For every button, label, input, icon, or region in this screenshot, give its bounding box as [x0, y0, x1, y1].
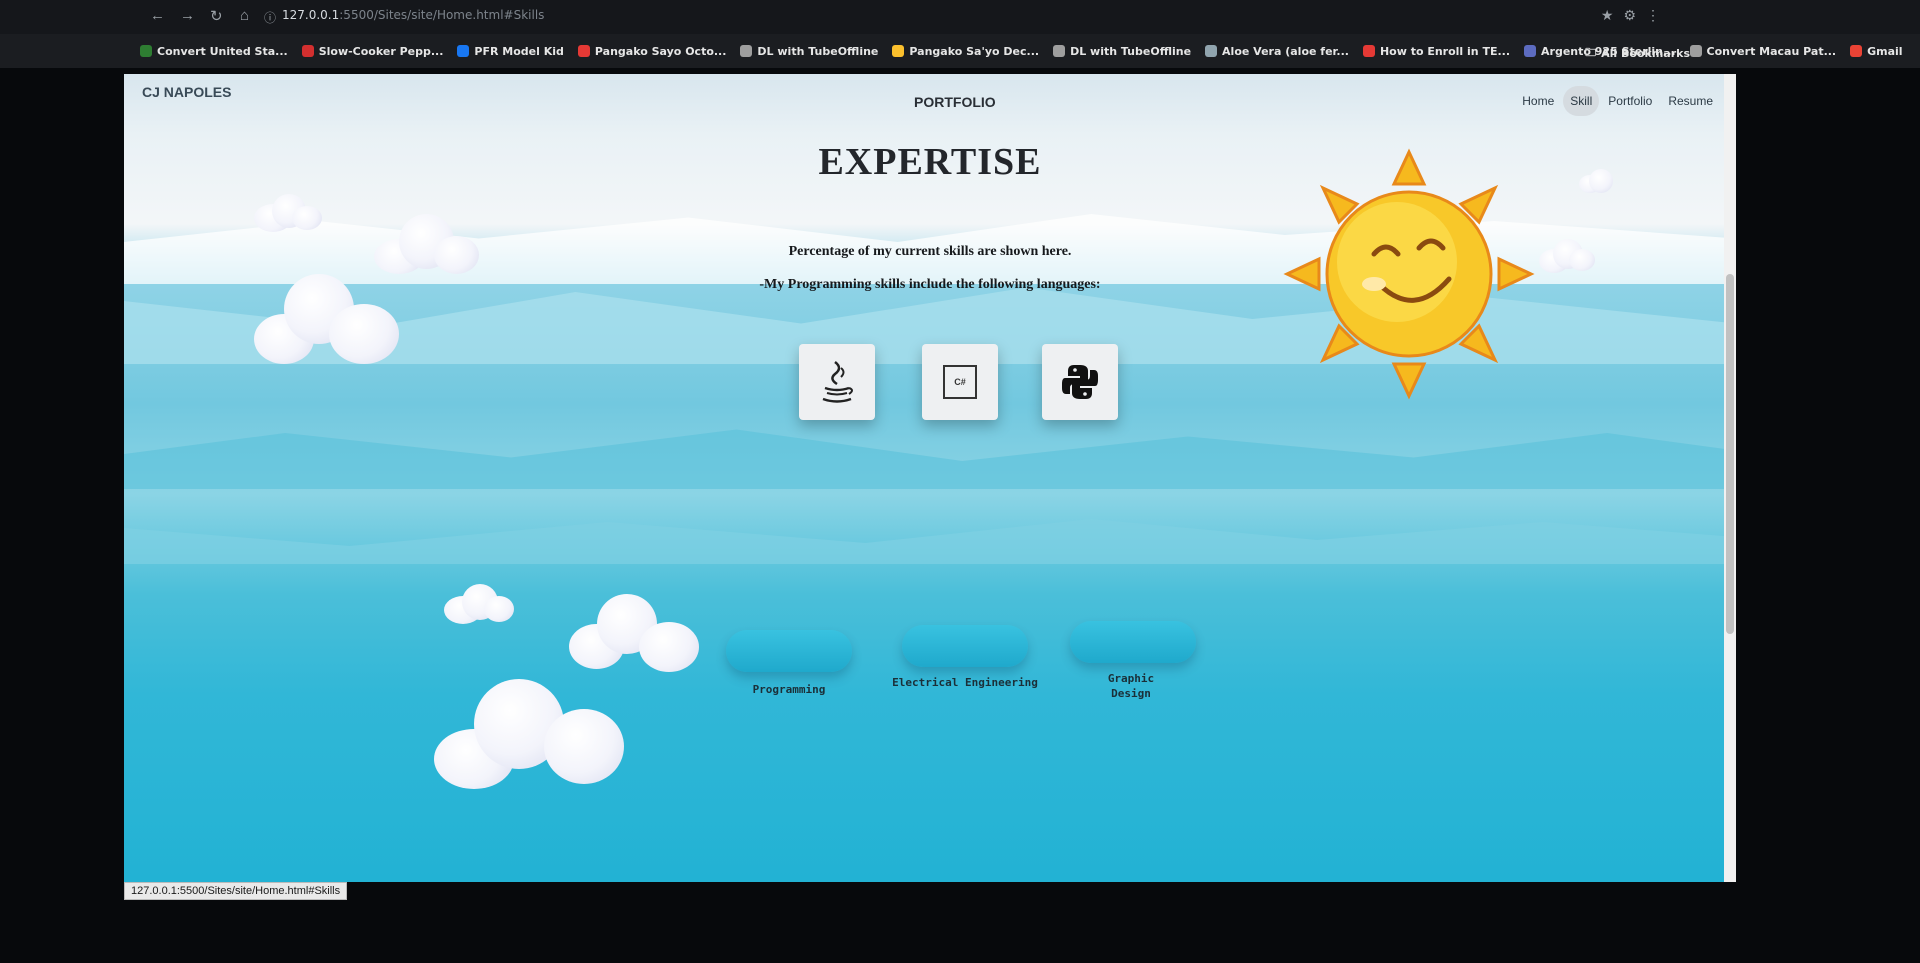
- bookmark-favicon-icon: [1689, 45, 1702, 57]
- bookmark-item[interactable]: DL with TubeOffline: [740, 45, 878, 58]
- bookmark-label: Gmail: [1867, 44, 1903, 58]
- status-url: 127.0.0.1:5500/Sites/site/Home.html#Skil…: [124, 882, 348, 900]
- page-viewport: CJ NAPOLES PORTFOLIO Home Skill Portfoli…: [124, 74, 1736, 882]
- bookmark-label: Convert United Sta...: [157, 44, 288, 58]
- folder-icon: 🗀: [1585, 46, 1597, 59]
- bookmark-item[interactable]: Pangako Sa'yo Dec...: [892, 45, 1039, 58]
- bookmark-favicon-icon: [301, 45, 314, 57]
- bookmark-item[interactable]: Convert United Sta...: [140, 45, 288, 58]
- java-card[interactable]: [799, 344, 875, 420]
- electrical-engineering-progress[interactable]: [902, 625, 1028, 667]
- url-path: :5500/Sites/site/Home.html#Skills: [339, 8, 545, 22]
- programming-progress[interactable]: [726, 630, 852, 672]
- bookmark-item[interactable]: Pangako Sayo Octo...: [577, 44, 727, 58]
- home-icon[interactable]: ⌂: [240, 7, 249, 24]
- bookmark-item[interactable]: Slow-Cooker Pepp...: [301, 44, 444, 58]
- java-icon: [822, 361, 853, 403]
- nav-skill[interactable]: Skill: [1563, 86, 1600, 116]
- bookmark-label: Convert Macau Pat...: [1706, 44, 1837, 58]
- python-icon: [1062, 365, 1098, 399]
- bookmark-label: Aloe Vera (aloe fer...: [1222, 44, 1349, 58]
- browser-toolbar: ← → ↻ ⌂ ⓘ 127.0.0.1:5500/Sites/site/Home…: [0, 0, 1920, 34]
- bookmark-label: PFR Model Kid: [474, 44, 564, 58]
- csharp-icon: C#: [943, 365, 977, 399]
- back-icon[interactable]: ←: [150, 7, 165, 24]
- bookmark-favicon-icon: [577, 45, 590, 57]
- sky-band: [124, 429, 1736, 489]
- bookmark-item[interactable]: How to Enroll in TE...: [1362, 44, 1511, 58]
- url-host: 127.0.0.1: [282, 8, 340, 22]
- bookmark-item[interactable]: DL with TubeOffline: [1053, 45, 1191, 58]
- bookmark-item[interactable]: Convert Macau Pat...: [1689, 44, 1837, 58]
- bookmark-favicon-icon: [892, 45, 905, 57]
- graphic-design-label: Graphic Design: [1107, 672, 1155, 700]
- scrollbar-thumb[interactable]: [1726, 274, 1734, 634]
- page-scrollbar[interactable]: [1724, 74, 1736, 882]
- page-title: PORTFOLIO: [914, 94, 996, 110]
- bookmark-favicon-icon: [740, 45, 753, 57]
- all-bookmarks-button[interactable]: 🗀 All Bookmarks: [1585, 44, 1690, 63]
- bookmark-favicon-icon: [1362, 45, 1375, 57]
- site-info-icon[interactable]: ⓘ: [264, 9, 276, 26]
- brand-logo[interactable]: CJ NAPOLES: [142, 84, 231, 100]
- bookmark-label: Pangako Sayo Octo...: [594, 44, 727, 58]
- all-bookmarks-label: All Bookmarks: [1601, 47, 1690, 60]
- bookmarks-bar: Convert United Sta... Slow-Cooker Pepp...…: [0, 34, 1920, 68]
- csharp-card[interactable]: C#: [922, 344, 998, 420]
- nav-portfolio[interactable]: Portfolio: [1601, 86, 1659, 116]
- bookmark-favicon-icon: [1205, 45, 1218, 57]
- bookmark-favicon-icon: [1850, 45, 1863, 57]
- programming-label: Programming: [752, 683, 826, 696]
- toolbar-icons[interactable]: ★⚙⋮: [1601, 7, 1670, 24]
- main-nav: Home Skill Portfolio Resume: [1515, 86, 1720, 116]
- bookmark-favicon-icon: [1524, 45, 1537, 57]
- bookmark-favicon-icon: [457, 45, 470, 57]
- programming-intro: -My Programming skills include the follo…: [759, 277, 1101, 292]
- bookmark-label: How to Enroll in TE...: [1379, 44, 1511, 58]
- python-card[interactable]: [1042, 344, 1118, 420]
- address-bar[interactable]: 127.0.0.1:5500/Sites/site/Home.html#Skil…: [282, 8, 544, 22]
- bookmark-label: DL with TubeOffline: [1070, 44, 1192, 58]
- bookmark-item[interactable]: Aloe Vera (aloe fer...: [1205, 45, 1349, 58]
- nav-home[interactable]: Home: [1515, 86, 1561, 116]
- forward-icon[interactable]: →: [180, 7, 195, 24]
- bookmark-label: Pangako Sa'yo Dec...: [909, 44, 1040, 58]
- bookmark-favicon-icon: [140, 45, 152, 57]
- nav-resume[interactable]: Resume: [1661, 86, 1720, 116]
- skills-intro: Percentage of my current skills are show…: [788, 244, 1072, 259]
- bookmark-item[interactable]: Gmail: [1850, 44, 1903, 58]
- electrical-engineering-label: Electrical Engineering: [892, 676, 1038, 689]
- bookmark-label: DL with TubeOffline: [757, 44, 879, 58]
- bookmark-item[interactable]: PFR Model Kid: [457, 44, 564, 58]
- section-heading: EXPERTISE: [818, 141, 1042, 183]
- reload-icon[interactable]: ↻: [210, 7, 223, 25]
- bookmark-favicon-icon: [1053, 45, 1066, 57]
- sky-band: [124, 519, 1736, 564]
- bookmark-label: Slow-Cooker Pepp...: [318, 44, 444, 58]
- graphic-design-progress[interactable]: [1070, 621, 1196, 663]
